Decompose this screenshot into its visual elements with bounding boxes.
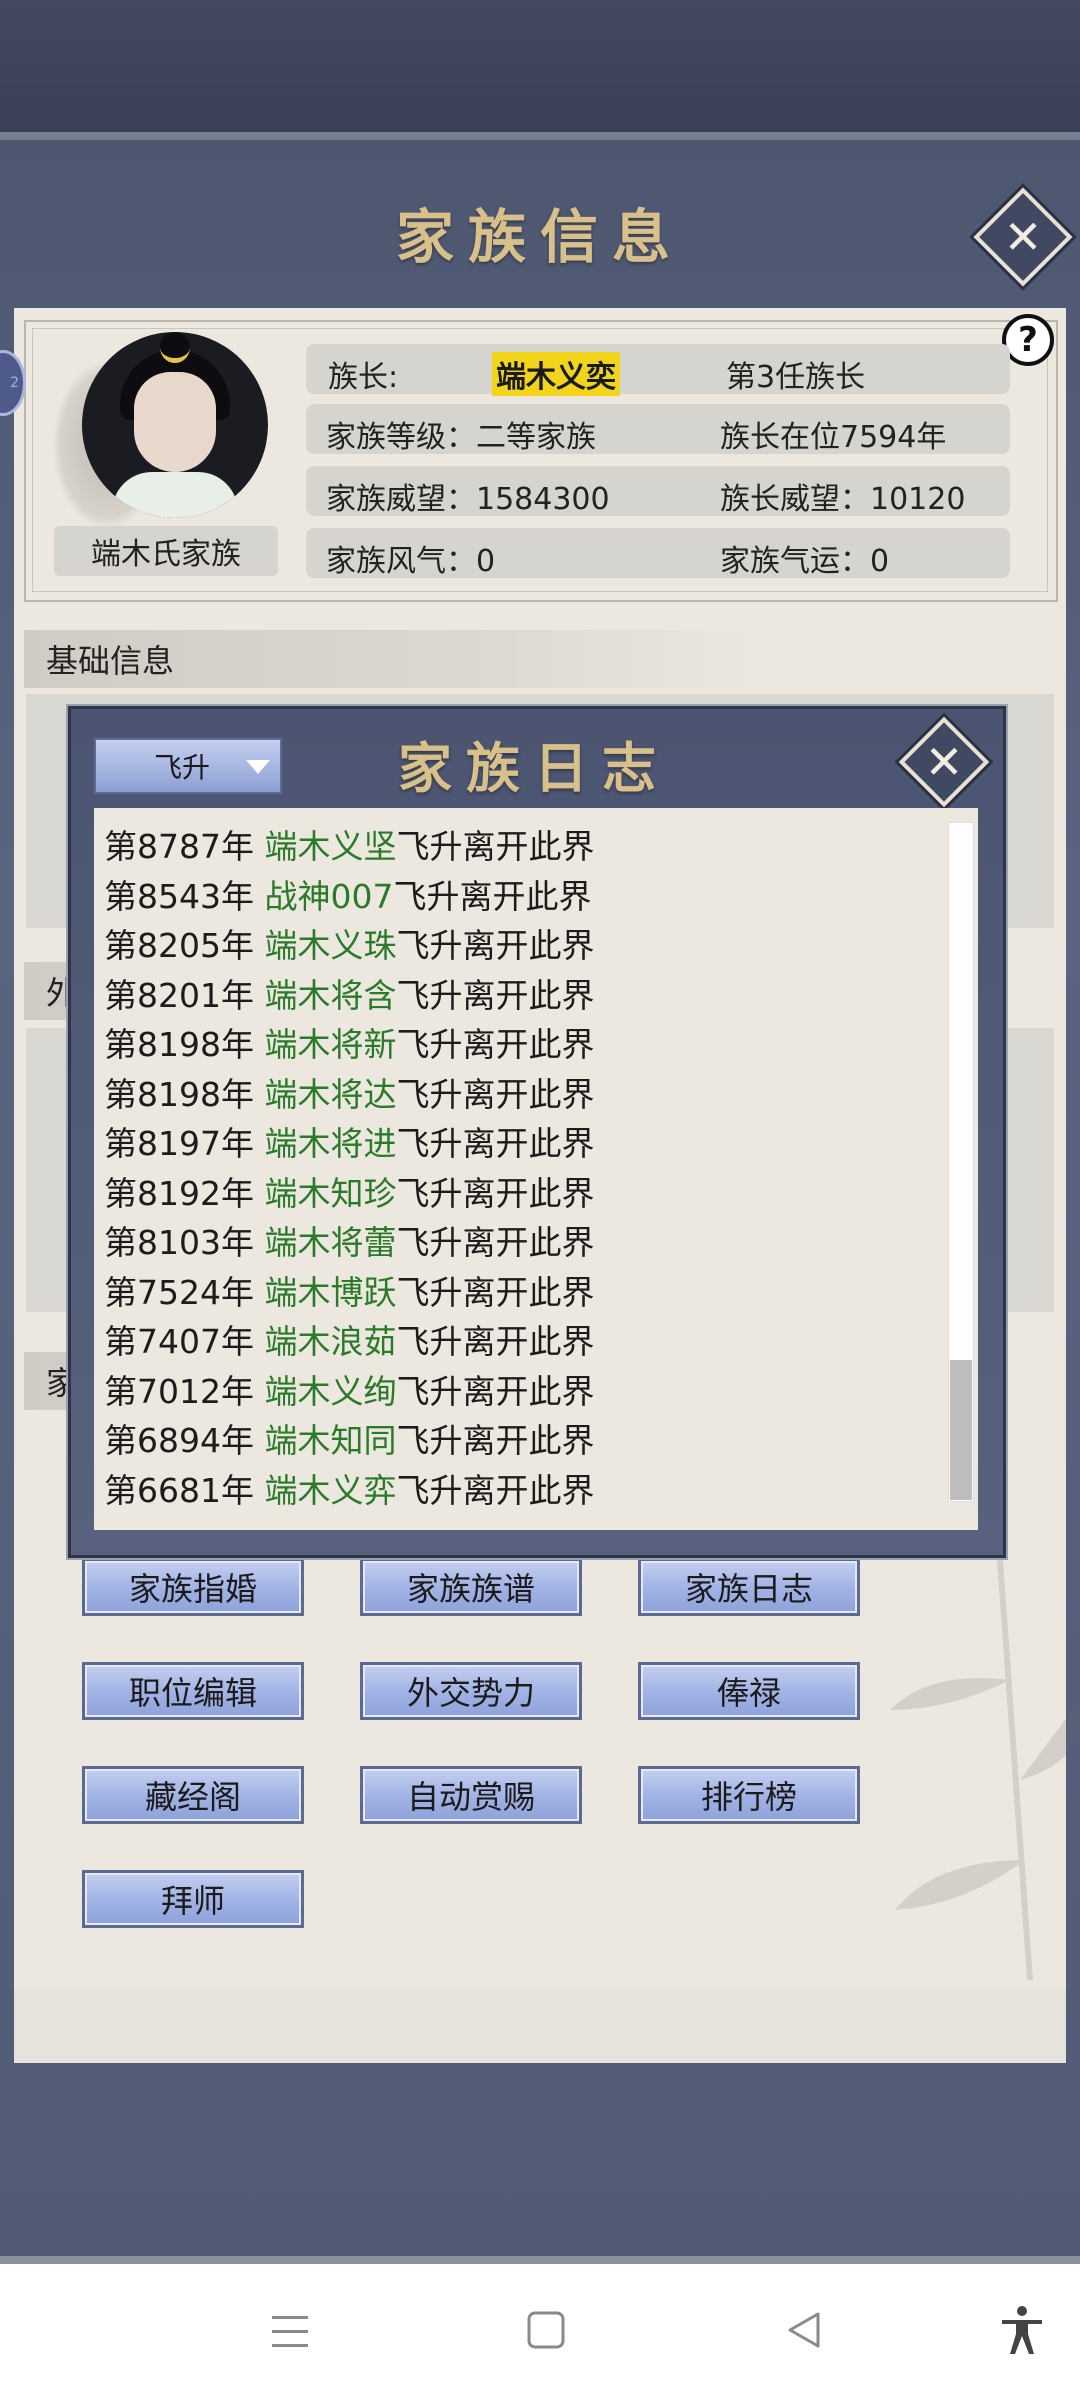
family-name: 端木氏家族 [54, 526, 278, 576]
log-entry: 第7524年 端木博跃飞升离开此界 [104, 1266, 594, 1314]
log-year: 第8543年 [104, 876, 254, 916]
log-member-name[interactable]: 端木义绚 [264, 1372, 396, 1411]
avatar[interactable] [82, 332, 268, 518]
log-entry: 第8197年 端木将进飞升离开此界 [104, 1117, 594, 1165]
divider [0, 2256, 1080, 2264]
library-button[interactable]: 藏经阁 [82, 1766, 304, 1824]
log-entry: 第8198年 端木将达飞升离开此界 [104, 1068, 594, 1116]
system-nav-bar [0, 2264, 1080, 2400]
log-event: 飞升离开此界 [396, 1025, 595, 1064]
close-icon: ✕ [924, 735, 964, 789]
log-entry: 第6681年 端木义弈飞升离开此界 [104, 1464, 594, 1512]
log-year: 第7407年 [104, 1322, 254, 1361]
home-icon[interactable] [524, 2308, 568, 2352]
log-member-name[interactable]: 端木义坚 [264, 827, 396, 866]
log-member-name[interactable]: 端木博跃 [264, 1273, 396, 1312]
position-edit-button[interactable]: 职位编辑 [82, 1662, 304, 1720]
log-member-name[interactable]: 端木将含 [264, 976, 396, 1015]
log-member-name[interactable]: 战神007 [264, 877, 393, 916]
family-log-button[interactable]: 家族日志 [638, 1558, 860, 1616]
log-event: 飞升离开此界 [396, 1223, 595, 1262]
log-member-name[interactable]: 端木浪茹 [264, 1322, 396, 1361]
auto-reward-button[interactable]: 自动赏赐 [360, 1766, 582, 1824]
salary-button[interactable]: 俸禄 [638, 1662, 860, 1720]
log-entry: 第8198年 端木将新飞升离开此界 [104, 1018, 594, 1066]
accessibility-icon[interactable] [998, 2304, 1046, 2356]
log-year: 第8103年 [104, 1223, 254, 1262]
log-event: 飞升离开此界 [396, 926, 595, 965]
ranking-button[interactable]: 排行榜 [638, 1766, 860, 1824]
log-entry: 第6894年 端木知同飞升离开此界 [104, 1414, 594, 1462]
log-event: 飞升离开此界 [396, 1272, 595, 1312]
log-year: 第8201年 [104, 975, 254, 1015]
close-icon: ✕ [1003, 210, 1043, 264]
log-member-name[interactable]: 端木将蕾 [264, 1223, 396, 1262]
leader-tenure: 族长在位7594年 [720, 420, 947, 455]
log-year: 第7524年 [104, 1272, 254, 1312]
log-member-name[interactable]: 端木知同 [264, 1421, 396, 1460]
log-event: 飞升离开此界 [393, 876, 592, 916]
log-entry: 第8192年 端木知珍飞升离开此界 [104, 1167, 594, 1215]
log-year: 第8198年 [104, 1025, 254, 1064]
log-member-name[interactable]: 端木知珍 [264, 1174, 396, 1213]
log-event: 飞升离开此界 [396, 827, 595, 866]
log-event: 飞升离开此界 [396, 1173, 595, 1213]
log-entry: 第8787年 端木义坚飞升离开此界 [104, 820, 594, 868]
log-member-name[interactable]: 端木将达 [264, 1075, 396, 1114]
log-year: 第6894年 [104, 1421, 254, 1460]
status-area [0, 0, 1080, 135]
diplomacy-button[interactable]: 外交势力 [360, 1662, 582, 1720]
log-entry: 第8205年 端木义珠飞升离开此界 [104, 919, 594, 967]
log-entry: 第8543年 战神007飞升离开此界 [104, 870, 591, 918]
log-event: 飞升离开此界 [396, 1124, 595, 1163]
section-basic-info: 基础信息 [24, 630, 764, 688]
window-title: 家族信息 [395, 203, 684, 271]
log-event: 飞升离开此界 [396, 1074, 595, 1114]
main-card-footer [14, 1988, 1066, 2063]
log-year: 第8198年 [104, 1074, 254, 1114]
log-entry: 第8103年 端木将蕾飞升离开此界 [104, 1216, 594, 1264]
leader-term: 第3任族长 [726, 360, 866, 395]
back-icon[interactable] [784, 2308, 824, 2352]
family-level: 家族等级：二等家族 [326, 420, 596, 455]
log-member-name[interactable]: 端木义弈 [264, 1471, 396, 1510]
log-event: 飞升离开此界 [396, 1470, 595, 1510]
log-entry: 第7407年 端木浪茹飞升离开此界 [104, 1315, 594, 1363]
family-fortune: 家族气运：0 [720, 544, 890, 579]
log-filter-value: 飞升 [154, 751, 211, 784]
leader-label: 族长: [328, 360, 399, 395]
info-row-level: 家族等级：二等家族 族长在位7594年 [306, 404, 1010, 455]
family-atmosphere: 家族风气：0 [326, 544, 496, 579]
log-event: 飞升离开此界 [396, 975, 595, 1015]
apprentice-button[interactable]: 拜师 [82, 1870, 304, 1928]
log-year: 第8787年 [104, 827, 254, 866]
menu-icon[interactable] [268, 2312, 312, 2352]
log-entry: 第8201年 端木将含飞升离开此界 [104, 969, 594, 1017]
leader-prestige: 族长威望：10120 [720, 482, 966, 517]
log-member-name[interactable]: 端木将新 [264, 1025, 396, 1064]
log-member-name[interactable]: 端木义珠 [264, 926, 396, 965]
bamboo-decoration [890, 1560, 1080, 1980]
log-year: 第8192年 [104, 1173, 254, 1213]
family-prestige: 家族威望：1584300 [326, 482, 610, 517]
log-member-name[interactable]: 端木将进 [264, 1124, 396, 1163]
log-year: 第7012年 [104, 1371, 254, 1411]
log-year: 第6681年 [104, 1470, 254, 1510]
family-genealogy-button[interactable]: 家族族谱 [360, 1558, 582, 1616]
info-row-leader: 族长: 端木义奕 第3任族长 [306, 344, 1010, 396]
log-event: 飞升离开此界 [396, 1322, 595, 1361]
info-row-atmosphere: 家族风气：0 家族气运：0 [306, 528, 1010, 579]
scrollbar-thumb[interactable] [950, 1360, 972, 1500]
info-row-prestige: 家族威望：1584300 族长威望：10120 [306, 466, 1010, 517]
leader-name[interactable]: 端木义奕 [492, 352, 620, 396]
log-year: 第8197年 [104, 1124, 254, 1163]
log-list[interactable]: 第8787年 端木义坚飞升离开此界 第8543年 战神007飞升离开此界 第8205… [94, 808, 978, 1530]
family-marriage-button[interactable]: 家族指婚 [82, 1558, 304, 1616]
log-entry: 第7012年 端木义绚飞升离开此界 [104, 1365, 594, 1413]
chevron-down-icon [246, 760, 270, 774]
log-event: 飞升离开此界 [396, 1421, 595, 1460]
log-event: 飞升离开此界 [396, 1371, 595, 1411]
log-year: 第8205年 [104, 926, 254, 965]
